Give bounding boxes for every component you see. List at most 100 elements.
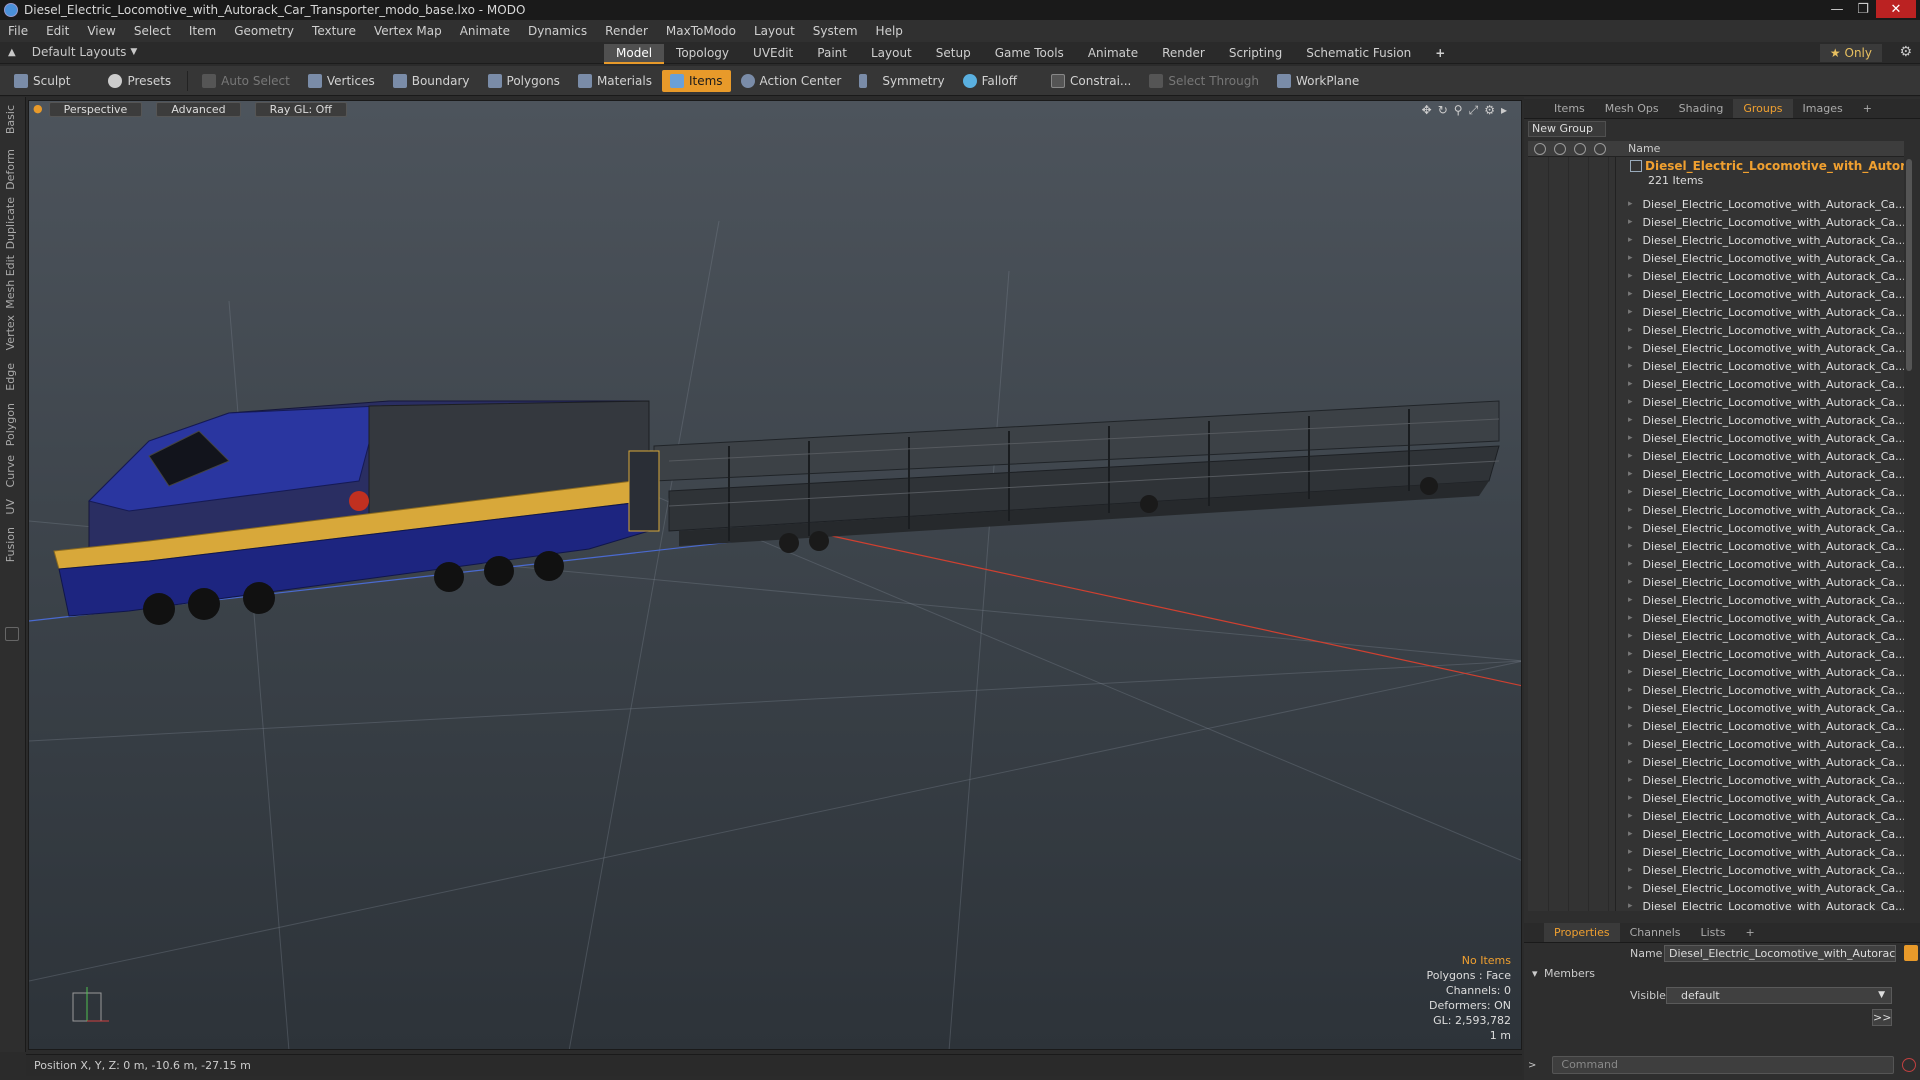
list-item[interactable]: ▸ Diesel_Electric_Locomotive_with_Autorac… bbox=[1628, 465, 1904, 483]
list-item[interactable]: ▸ Diesel_Electric_Locomotive_with_Autorac… bbox=[1628, 267, 1904, 285]
members-expand-icon[interactable]: ▾ bbox=[1532, 967, 1538, 980]
list-item[interactable]: ▸ Diesel_Electric_Locomotive_with_Autorac… bbox=[1628, 879, 1904, 897]
menu-maxtomodo[interactable]: MaxToModo bbox=[666, 24, 736, 38]
boundary-button[interactable]: Boundary bbox=[385, 70, 478, 92]
group-row[interactable]: Diesel_Electric_Locomotive_with_Autora .… bbox=[1618, 159, 1904, 189]
visible-dropdown[interactable]: default ▼ bbox=[1666, 987, 1892, 1004]
tab-images[interactable]: Images bbox=[1793, 102, 1853, 115]
command-input[interactable]: Command bbox=[1552, 1056, 1895, 1074]
menu-dynamics[interactable]: Dynamics bbox=[528, 24, 587, 38]
menu-geometry[interactable]: Geometry bbox=[234, 24, 294, 38]
tab-animate[interactable]: Animate bbox=[1076, 44, 1150, 64]
presets-button[interactable]: Presets bbox=[100, 70, 179, 92]
list-item[interactable]: ▸ Diesel_Electric_Locomotive_with_Autorac… bbox=[1628, 411, 1904, 429]
auto-select-button[interactable]: Auto Select bbox=[194, 70, 298, 92]
menu-file[interactable]: File bbox=[8, 24, 28, 38]
list-item[interactable]: ▸ Diesel_Electric_Locomotive_with_Autorac… bbox=[1628, 555, 1904, 573]
tab-groups[interactable]: Groups bbox=[1733, 99, 1793, 118]
left-tab-fusion[interactable]: Fusion bbox=[4, 527, 17, 562]
list-item[interactable]: ▸ Diesel_Electric_Locomotive_with_Autorac… bbox=[1628, 303, 1904, 321]
left-tab-deform[interactable]: Deform bbox=[4, 149, 17, 190]
add-tab-icon[interactable]: + bbox=[1423, 44, 1457, 64]
tab-render[interactable]: Render bbox=[1150, 44, 1217, 64]
list-item[interactable]: ▸ Diesel_Electric_Locomotive_with_Autorac… bbox=[1628, 591, 1904, 609]
tab-properties[interactable]: Properties bbox=[1544, 923, 1620, 942]
items-button[interactable]: Items bbox=[661, 69, 731, 92]
list-item[interactable]: ▸ Diesel_Electric_Locomotive_with_Autorac… bbox=[1628, 825, 1904, 843]
restore-icon[interactable]: ❐ bbox=[1850, 0, 1876, 18]
list-item[interactable]: ▸ Diesel_Electric_Locomotive_with_Autorac… bbox=[1628, 537, 1904, 555]
tab-paint[interactable]: Paint bbox=[805, 44, 859, 64]
expand-arrow-icon[interactable]: ▸ bbox=[1501, 103, 1507, 118]
list-item[interactable]: ▸ Diesel_Electric_Locomotive_with_Autorac… bbox=[1628, 681, 1904, 699]
tab-schematic-fusion[interactable]: Schematic Fusion bbox=[1294, 44, 1423, 64]
list-item[interactable]: ▸ Diesel_Electric_Locomotive_with_Autorac… bbox=[1628, 231, 1904, 249]
list-item[interactable]: ▸ Diesel_Electric_Locomotive_with_Autorac… bbox=[1628, 249, 1904, 267]
left-tab-polygon[interactable]: Polygon bbox=[4, 403, 17, 446]
left-tab-uv[interactable]: UV bbox=[4, 499, 17, 515]
list-item[interactable]: ▸ Diesel_Electric_Locomotive_with_Autorac… bbox=[1628, 447, 1904, 465]
list-item[interactable]: ▸ Diesel_Electric_Locomotive_with_Autorac… bbox=[1628, 195, 1904, 213]
3d-viewport[interactable]: ● Perspective Advanced Ray GL: Off ✥ ↻ ⚲… bbox=[28, 100, 1522, 1050]
vertices-button[interactable]: Vertices bbox=[300, 70, 383, 92]
polygons-button[interactable]: Polygons bbox=[480, 70, 568, 92]
menu-system[interactable]: System bbox=[813, 24, 858, 38]
new-group-button[interactable]: New Group bbox=[1528, 121, 1606, 137]
tab-shading[interactable]: Shading bbox=[1669, 102, 1734, 115]
list-item[interactable]: ▸ Diesel_Electric_Locomotive_with_Autorac… bbox=[1628, 213, 1904, 231]
menu-render[interactable]: Render bbox=[605, 24, 648, 38]
left-tab-mesh-edit[interactable]: Mesh Edit bbox=[4, 255, 17, 309]
list-item[interactable]: ▸ Diesel_Electric_Locomotive_with_Autorac… bbox=[1628, 897, 1904, 912]
list-item[interactable]: ▸ Diesel_Electric_Locomotive_with_Autorac… bbox=[1628, 501, 1904, 519]
fit-icon[interactable]: ⤢ bbox=[1469, 103, 1479, 118]
tab-channels[interactable]: Channels bbox=[1620, 926, 1691, 939]
name-column-header[interactable]: Name bbox=[1628, 142, 1660, 155]
eye-icon[interactable] bbox=[1534, 143, 1546, 155]
tab-lists[interactable]: Lists bbox=[1691, 926, 1736, 939]
sculpt-button[interactable]: Sculpt bbox=[6, 70, 78, 92]
list-item[interactable]: ▸ Diesel_Electric_Locomotive_with_Autorac… bbox=[1628, 843, 1904, 861]
tab-model[interactable]: Model bbox=[604, 44, 665, 64]
list-item[interactable]: ▸ Diesel_Electric_Locomotive_with_Autorac… bbox=[1628, 321, 1904, 339]
rotate-icon[interactable]: ↻ bbox=[1438, 103, 1448, 118]
zoom-icon[interactable]: ⚲ bbox=[1454, 103, 1463, 118]
tab-items[interactable]: Items bbox=[1544, 102, 1595, 115]
list-item[interactable]: ▸ Diesel_Electric_Locomotive_with_Autorac… bbox=[1628, 717, 1904, 735]
list-item[interactable]: ▸ Diesel_Electric_Locomotive_with_Autorac… bbox=[1628, 807, 1904, 825]
view-mode-button[interactable]: Perspective bbox=[48, 101, 143, 117]
list-item[interactable]: ▸ Diesel_Electric_Locomotive_with_Autorac… bbox=[1628, 483, 1904, 501]
raygl-button[interactable]: Ray GL: Off bbox=[254, 101, 347, 117]
tab-uvedit[interactable]: UVEdit bbox=[741, 44, 805, 64]
list-item[interactable]: ▸ Diesel_Electric_Locomotive_with_Autorac… bbox=[1628, 285, 1904, 303]
name-field[interactable]: Diesel_Electric_Locomotive_with_Autorack… bbox=[1664, 945, 1896, 962]
list-item[interactable]: ▸ Diesel_Electric_Locomotive_with_Autorac… bbox=[1628, 519, 1904, 537]
menu-texture[interactable]: Texture bbox=[312, 24, 356, 38]
list-item[interactable]: ▸ Diesel_Electric_Locomotive_with_Autorac… bbox=[1628, 429, 1904, 447]
collapse-icon[interactable] bbox=[5, 627, 19, 641]
tab-scripting[interactable]: Scripting bbox=[1217, 44, 1294, 64]
more-options-button[interactable]: >> bbox=[1872, 1009, 1892, 1026]
list-item[interactable]: ▸ Diesel_Electric_Locomotive_with_Autorac… bbox=[1628, 789, 1904, 807]
list-item[interactable]: ▸ Diesel_Electric_Locomotive_with_Autorac… bbox=[1628, 393, 1904, 411]
shading-mode-button[interactable]: Advanced bbox=[156, 101, 241, 117]
menu-animate[interactable]: Animate bbox=[460, 24, 510, 38]
list-item[interactable]: ▸ Diesel_Electric_Locomotive_with_Autorac… bbox=[1628, 357, 1904, 375]
falloff-button[interactable]: Falloff bbox=[955, 70, 1025, 92]
list-item[interactable]: ▸ Diesel_Electric_Locomotive_with_Autorac… bbox=[1628, 609, 1904, 627]
left-tab-duplicate[interactable]: Duplicate bbox=[4, 197, 17, 249]
workplane-button[interactable]: WorkPlane bbox=[1269, 70, 1367, 92]
minimize-icon[interactable]: — bbox=[1824, 0, 1850, 18]
layout-expand-icon[interactable]: ▲ bbox=[8, 47, 16, 58]
menu-help[interactable]: Help bbox=[876, 24, 903, 38]
tab-mesh-ops[interactable]: Mesh Ops bbox=[1595, 102, 1669, 115]
menu-view[interactable]: View bbox=[87, 24, 115, 38]
lock-icon[interactable] bbox=[1574, 143, 1586, 155]
left-tab-basic[interactable]: Basic bbox=[4, 105, 17, 134]
left-tab-curve[interactable]: Curve bbox=[4, 455, 17, 487]
gear-icon[interactable]: ⚙ bbox=[1899, 44, 1912, 60]
render-icon[interactable] bbox=[1554, 143, 1566, 155]
menu-layout[interactable]: Layout bbox=[754, 24, 795, 38]
only-toggle-button[interactable]: ★ Only bbox=[1819, 44, 1882, 62]
list-item[interactable]: ▸ Diesel_Electric_Locomotive_with_Autorac… bbox=[1628, 573, 1904, 591]
list-item[interactable]: ▸ Diesel_Electric_Locomotive_with_Autorac… bbox=[1628, 627, 1904, 645]
